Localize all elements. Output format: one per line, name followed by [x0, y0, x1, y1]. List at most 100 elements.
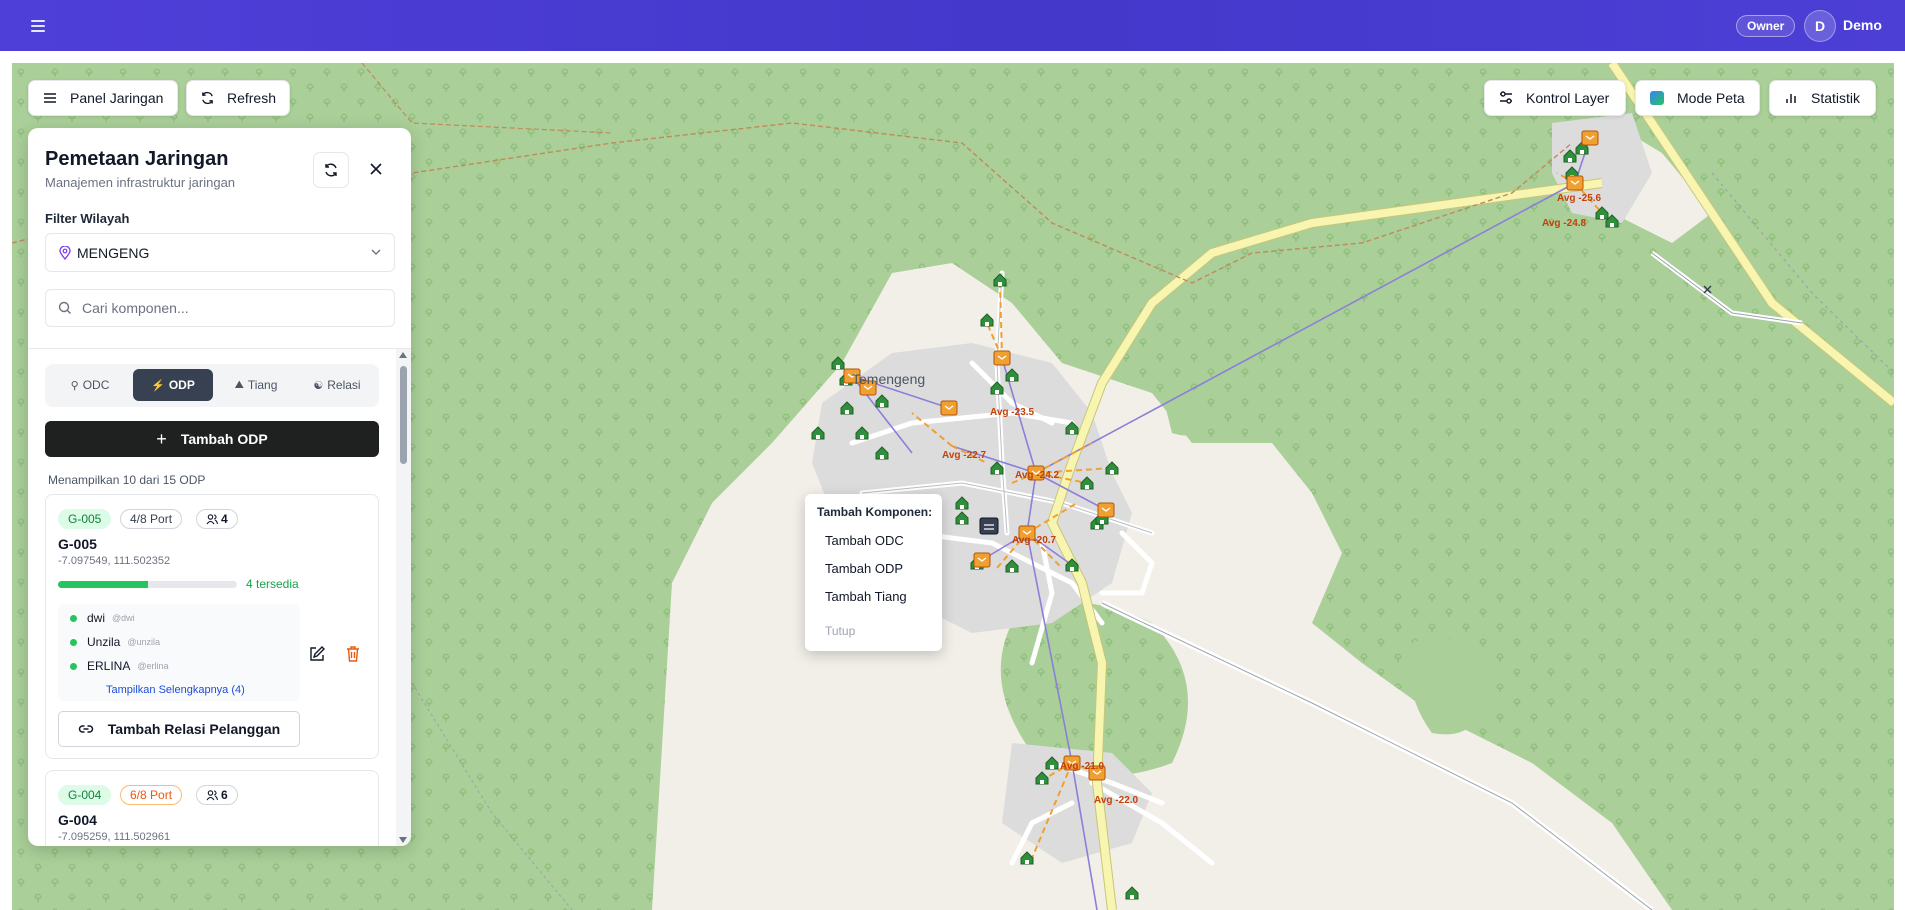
status-dot	[70, 614, 77, 622]
add-odp-button[interactable]: + Tambah ODP	[45, 421, 379, 457]
customer-home-icon[interactable]	[1125, 886, 1139, 900]
odp-coordinates: -7.095259, 111.502961	[58, 831, 171, 843]
user-count-badge: 4	[196, 509, 238, 529]
panel-title: Pemetaan Jaringan	[45, 148, 229, 170]
panel-jaringan-button[interactable]: Panel Jaringan	[28, 80, 178, 116]
customer-handle: @unzila	[127, 637, 161, 647]
pole-icon: ⛰	[234, 378, 244, 391]
odp-marker-icon[interactable]	[1097, 502, 1115, 518]
tab-odc[interactable]: ⚲ ODC	[50, 369, 130, 401]
scroll-up-icon[interactable]	[399, 352, 407, 358]
menu-close-button[interactable]: Tutup	[825, 624, 855, 638]
context-menu-title: Tambah Komponen:	[817, 505, 933, 519]
tab-tiang[interactable]: ⛰ Tiang	[216, 369, 296, 401]
refresh-label: Refresh	[226, 90, 276, 106]
search-input[interactable]	[82, 290, 382, 326]
customer-item: dwi @dwi	[70, 610, 135, 626]
menu-icon	[44, 93, 56, 103]
odp-signal-label: Avg -22.7	[942, 450, 987, 461]
tab-odp[interactable]: ⚡ ODP	[133, 369, 213, 401]
customer-home-icon[interactable]	[1005, 559, 1019, 573]
odp-marker-icon[interactable]	[940, 400, 958, 416]
kontrol-layer-button[interactable]: Kontrol Layer	[1484, 80, 1626, 116]
customer-home-icon[interactable]	[1035, 771, 1049, 785]
menu-item-tambah-odc[interactable]: Tambah ODC	[825, 533, 904, 548]
customer-home-icon[interactable]	[1595, 206, 1609, 220]
customer-home-icon[interactable]	[1563, 149, 1577, 163]
odp-signal-label: Avg -20.7	[1012, 535, 1057, 546]
status-dot	[70, 662, 77, 670]
plus-icon: +	[156, 428, 167, 449]
customer-home-icon[interactable]	[1065, 558, 1079, 572]
user-count-value: 6	[221, 788, 228, 802]
odp-marker-icon[interactable]	[1581, 130, 1599, 146]
menu-item-tambah-tiang[interactable]: Tambah Tiang	[825, 589, 907, 604]
odp-marker-icon[interactable]	[993, 350, 1011, 366]
statistik-button[interactable]: Statistik	[1769, 80, 1876, 116]
avatar[interactable]: D	[1804, 10, 1836, 42]
customer-home-icon[interactable]	[875, 394, 889, 408]
odp-card[interactable]: G-005 4/8 Port 4 G-005 -7.097549, 111.50…	[45, 494, 379, 759]
customer-home-icon[interactable]	[955, 496, 969, 510]
mode-peta-button[interactable]: Mode Peta	[1635, 80, 1760, 116]
mode-peta-label: Mode Peta	[1677, 90, 1745, 106]
customer-home-icon[interactable]	[855, 426, 869, 440]
customer-name: ERLINA	[87, 659, 131, 673]
map-mode-icon	[1650, 91, 1664, 105]
username[interactable]: Demo	[1843, 17, 1882, 33]
customer-home-icon[interactable]	[990, 381, 1004, 395]
trash-icon[interactable]	[344, 645, 364, 665]
panel-refresh-button[interactable]	[313, 152, 349, 188]
customer-home-icon[interactable]	[980, 313, 994, 327]
user-count-value: 4	[221, 512, 228, 526]
odp-signal-label: Avg -22.0	[1094, 795, 1139, 806]
scrollbar[interactable]	[396, 349, 411, 846]
customer-home-icon[interactable]	[1020, 851, 1034, 865]
chevron-down-icon	[371, 249, 381, 255]
customer-home-icon[interactable]	[875, 446, 889, 460]
network-icon: ⚲	[70, 379, 79, 392]
odp-marker-icon[interactable]	[1566, 175, 1584, 191]
odp-signal-label: Avg -23.5	[990, 407, 1035, 418]
customer-home-icon[interactable]	[955, 511, 969, 525]
customer-home-icon[interactable]	[1105, 461, 1119, 475]
menu-item-tambah-odp[interactable]: Tambah ODP	[825, 561, 903, 576]
customer-home-icon[interactable]	[811, 426, 825, 440]
odp-signal-label: Avg -21.0	[1060, 761, 1105, 772]
add-relation-button[interactable]: Tambah Relasi Pelanggan	[58, 711, 300, 747]
customer-home-icon[interactable]	[1045, 756, 1059, 770]
odp-marker-icon[interactable]	[973, 552, 991, 568]
tab-odc-label: ODC	[82, 378, 110, 392]
odp-card[interactable]: G-004 6/8 Port 6 G-004 -7.095259, 111.50…	[45, 770, 379, 846]
region-select[interactable]: MENGENG	[45, 233, 395, 272]
customer-home-icon[interactable]	[1005, 368, 1019, 382]
component-list[interactable]: ⚲ ODC ⚡ ODP ⛰ Tiang ☯ Relasi + Tambah ODP Men…	[28, 349, 411, 846]
customer-home-icon[interactable]	[1080, 476, 1094, 490]
tab-relasi[interactable]: ☯ Relasi	[299, 369, 375, 401]
map-pin-icon	[59, 245, 71, 260]
customer-home-icon[interactable]	[840, 401, 854, 415]
show-more-link[interactable]: Tampilkan Selengkapnya (4)	[106, 684, 245, 696]
users-icon: ☯	[313, 379, 324, 392]
port-badge: 4/8 Port	[120, 509, 183, 529]
close-icon[interactable]	[364, 157, 388, 181]
refresh-button[interactable]: Refresh	[186, 80, 290, 116]
bolt-icon: ⚡	[151, 379, 165, 392]
customer-name: dwi	[87, 611, 106, 625]
edit-icon[interactable]	[308, 645, 328, 665]
customer-handle: @dwi	[112, 613, 135, 623]
customer-home-icon[interactable]	[993, 273, 1007, 287]
odc-marker-icon[interactable]	[979, 517, 999, 535]
hamburger-menu-icon[interactable]	[26, 14, 50, 38]
customer-home-icon[interactable]	[1065, 421, 1079, 435]
bar-chart-icon	[1786, 94, 1796, 103]
odp-coordinates: -7.097549, 111.502352	[58, 555, 171, 567]
scroll-down-icon[interactable]	[399, 837, 407, 843]
odp-signal-label: Avg -24.2	[1015, 470, 1060, 481]
customer-home-icon[interactable]	[990, 461, 1004, 475]
tab-tiang-label: Tiang	[247, 378, 278, 392]
sliders-icon	[1500, 91, 1512, 104]
customer-home-icon[interactable]	[831, 356, 845, 370]
scrollbar-thumb[interactable]	[400, 366, 407, 464]
add-odp-label: Tambah ODP	[180, 431, 268, 447]
